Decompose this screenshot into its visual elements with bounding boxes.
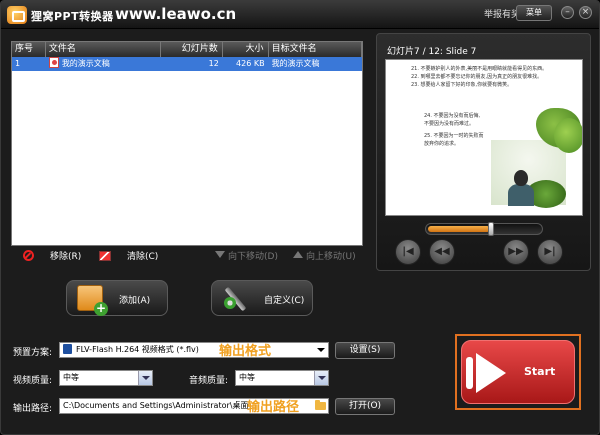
remove-button[interactable]: 移除(R) (23, 249, 81, 262)
slide-line: 21. 不要嫉妒别人的外表,美丽不是用眼睛就能看得见的东西。 (411, 66, 548, 72)
chevron-down-icon (314, 371, 328, 385)
arrow-down-icon (215, 251, 225, 258)
output-path-value: C:\Documents and Settings\Administrator\… (63, 401, 249, 410)
column-header-slides[interactable]: 幻灯片数 (161, 42, 223, 57)
file-list-header: 序号 文件名 幻灯片数 大小 目标文件名 (12, 42, 362, 57)
video-quality-select[interactable]: 中等 (59, 370, 153, 386)
row-size: 426 KB (236, 59, 265, 68)
audio-quality-value: 中等 (239, 373, 255, 382)
settings-button[interactable]: 设置(S) (335, 342, 395, 359)
first-slide-button[interactable]: |◀ (395, 239, 421, 265)
move-down-label: 向下移动(D) (228, 252, 278, 262)
row-slides: 12 (208, 59, 219, 68)
skip-back-icon: |◀ (402, 246, 414, 257)
slide-caption: 幻灯片7 / 12: Slide 7 (387, 47, 477, 57)
close-icon: × (581, 7, 590, 17)
skip-forward-icon: ▶| (544, 246, 556, 257)
clear-label: 清除(C) (127, 252, 159, 262)
prev-slide-button[interactable]: ◀◀ (429, 239, 455, 265)
column-header-target[interactable]: 目标文件名 (269, 42, 362, 57)
logo-icon (7, 6, 27, 24)
list-actions: 移除(R) 清除(C) 向下移动(D) 向上移动(U) (11, 246, 363, 266)
table-row[interactable]: 1 我的演示文稿 12 426 KB 我的演示文稿 (12, 57, 362, 71)
folder-icon[interactable] (315, 400, 326, 410)
last-slide-button[interactable]: ▶| (537, 239, 563, 265)
settings-panel: 预置方案: FLV-Flash H.264 视频格式 (*.flv) 输出格式 … (9, 326, 449, 426)
clear-icon (99, 251, 111, 261)
preset-note: 输出格式 (219, 344, 272, 359)
start-arrow-icon (476, 353, 506, 393)
open-button[interactable]: 打开(O) (335, 398, 395, 415)
column-header-no[interactable]: 序号 (12, 42, 46, 57)
video-quality-value: 中等 (63, 373, 79, 382)
move-up-button[interactable]: 向上移动(U) (293, 249, 356, 262)
add-file-icon (77, 285, 108, 316)
menu-button-label: 菜单 (526, 8, 542, 17)
slide-preview: 21. 不要嫉妒别人的外表,美丽不是用眼睛就能看得见的东西。 22. 到哪里去都… (385, 59, 583, 216)
preset-select[interactable]: FLV-Flash H.264 视频格式 (*.flv) (59, 342, 329, 358)
start-highlight: Start (455, 334, 581, 410)
progress-fill (428, 226, 490, 232)
preview-panel: 幻灯片7 / 12: Slide 7 21. 不要嫉妒别人的外表,美丽不是用眼睛… (376, 33, 591, 271)
start-label: Start (524, 365, 556, 378)
column-header-size[interactable]: 大小 (223, 42, 269, 57)
close-button[interactable]: × (579, 6, 592, 19)
menu-button[interactable]: 菜单 (516, 5, 552, 21)
audio-quality-label: 音频质量: (189, 376, 229, 386)
custom-button-label: 自定义(C) (264, 296, 305, 306)
arrow-up-icon (293, 251, 303, 258)
row-no: 1 (15, 59, 21, 68)
video-quality-label: 视频质量: (13, 376, 53, 386)
flv-format-icon (63, 344, 72, 354)
open-button-label: 打开(O) (348, 401, 382, 411)
next-slide-button[interactable]: ▶▶ (503, 239, 529, 265)
progress-knob[interactable] (487, 222, 494, 236)
slide-line: 23. 想要给人家留下好的印象,你就要有微笑。 (411, 82, 513, 88)
slide-text-top: 21. 不要嫉妒别人的外表,美丽不是用眼睛就能看得见的东西。 22. 到哪里去都… (411, 65, 576, 89)
add-button[interactable]: 添加(A) (66, 280, 168, 316)
plant-image (554, 118, 582, 153)
audio-quality-select[interactable]: 中等 (235, 370, 329, 386)
file-list[interactable]: 序号 文件名 幻灯片数 大小 目标文件名 1 我的演示文稿 12 426 KB … (11, 41, 363, 246)
move-down-button[interactable]: 向下移动(D) (215, 249, 278, 262)
wrench-icon (222, 285, 248, 311)
slide-text-left: 24. 不要因为没有而后悔,不要因为没有而难过。 25. 不要因为一时的失败而放… (424, 112, 484, 148)
slide-line: 25. 不要因为一时的失败而放弃你的追求。 (424, 133, 484, 147)
preset-value: FLV-Flash H.264 视频格式 (*.flv) (76, 345, 199, 354)
rewind-icon: ◀◀ (434, 246, 450, 257)
minimize-icon: – (565, 7, 570, 17)
report-link[interactable]: 举报有奖 (484, 7, 520, 20)
person-image (508, 184, 534, 206)
output-path-label: 输出路径: (13, 404, 53, 414)
ppt-file-icon (48, 57, 59, 68)
app-window: 狸窝PPT转换器 www.leawo.cn 举报有奖 菜单 – × 序号 文件名… (0, 0, 600, 435)
minimize-button[interactable]: – (561, 6, 574, 19)
remove-icon (23, 250, 34, 261)
add-button-label: 添加(A) (119, 296, 151, 306)
person-head-image (514, 170, 528, 186)
custom-button[interactable]: 自定义(C) (211, 280, 313, 316)
slide-line: 24. 不要因为没有而后悔,不要因为没有而难过。 (424, 113, 481, 127)
chevron-down-icon (314, 343, 328, 357)
remove-label: 移除(R) (50, 252, 82, 262)
row-target: 我的演示文稿 (271, 59, 320, 68)
start-button[interactable]: Start (461, 340, 575, 404)
slide-line: 22. 到哪里去都不要忘记你的朋友,因为真正的朋友很难找。 (411, 74, 543, 80)
title-bar: 狸窝PPT转换器 www.leawo.cn 举报有奖 菜单 – × (1, 1, 599, 29)
app-url[interactable]: www.leawo.cn (115, 5, 236, 23)
player-controls: |◀ ◀◀ ▶▶ ▶| (385, 220, 583, 268)
output-path-note: 输出路径 (247, 400, 300, 415)
settings-button-label: 设置(S) (349, 345, 381, 355)
start-bar-icon (466, 357, 473, 389)
column-header-name[interactable]: 文件名 (46, 42, 162, 57)
clear-button[interactable]: 清除(C) (99, 249, 158, 262)
app-title: 狸窝PPT转换器 (31, 10, 114, 23)
move-up-label: 向上移动(U) (306, 252, 356, 262)
row-name: 我的演示文稿 (46, 57, 161, 71)
chevron-down-icon (138, 371, 152, 385)
fast-forward-icon: ▶▶ (508, 246, 524, 257)
row-name-text: 我的演示文稿 (61, 59, 110, 68)
preset-label: 预置方案: (13, 348, 53, 358)
progress-slider[interactable] (425, 222, 543, 236)
